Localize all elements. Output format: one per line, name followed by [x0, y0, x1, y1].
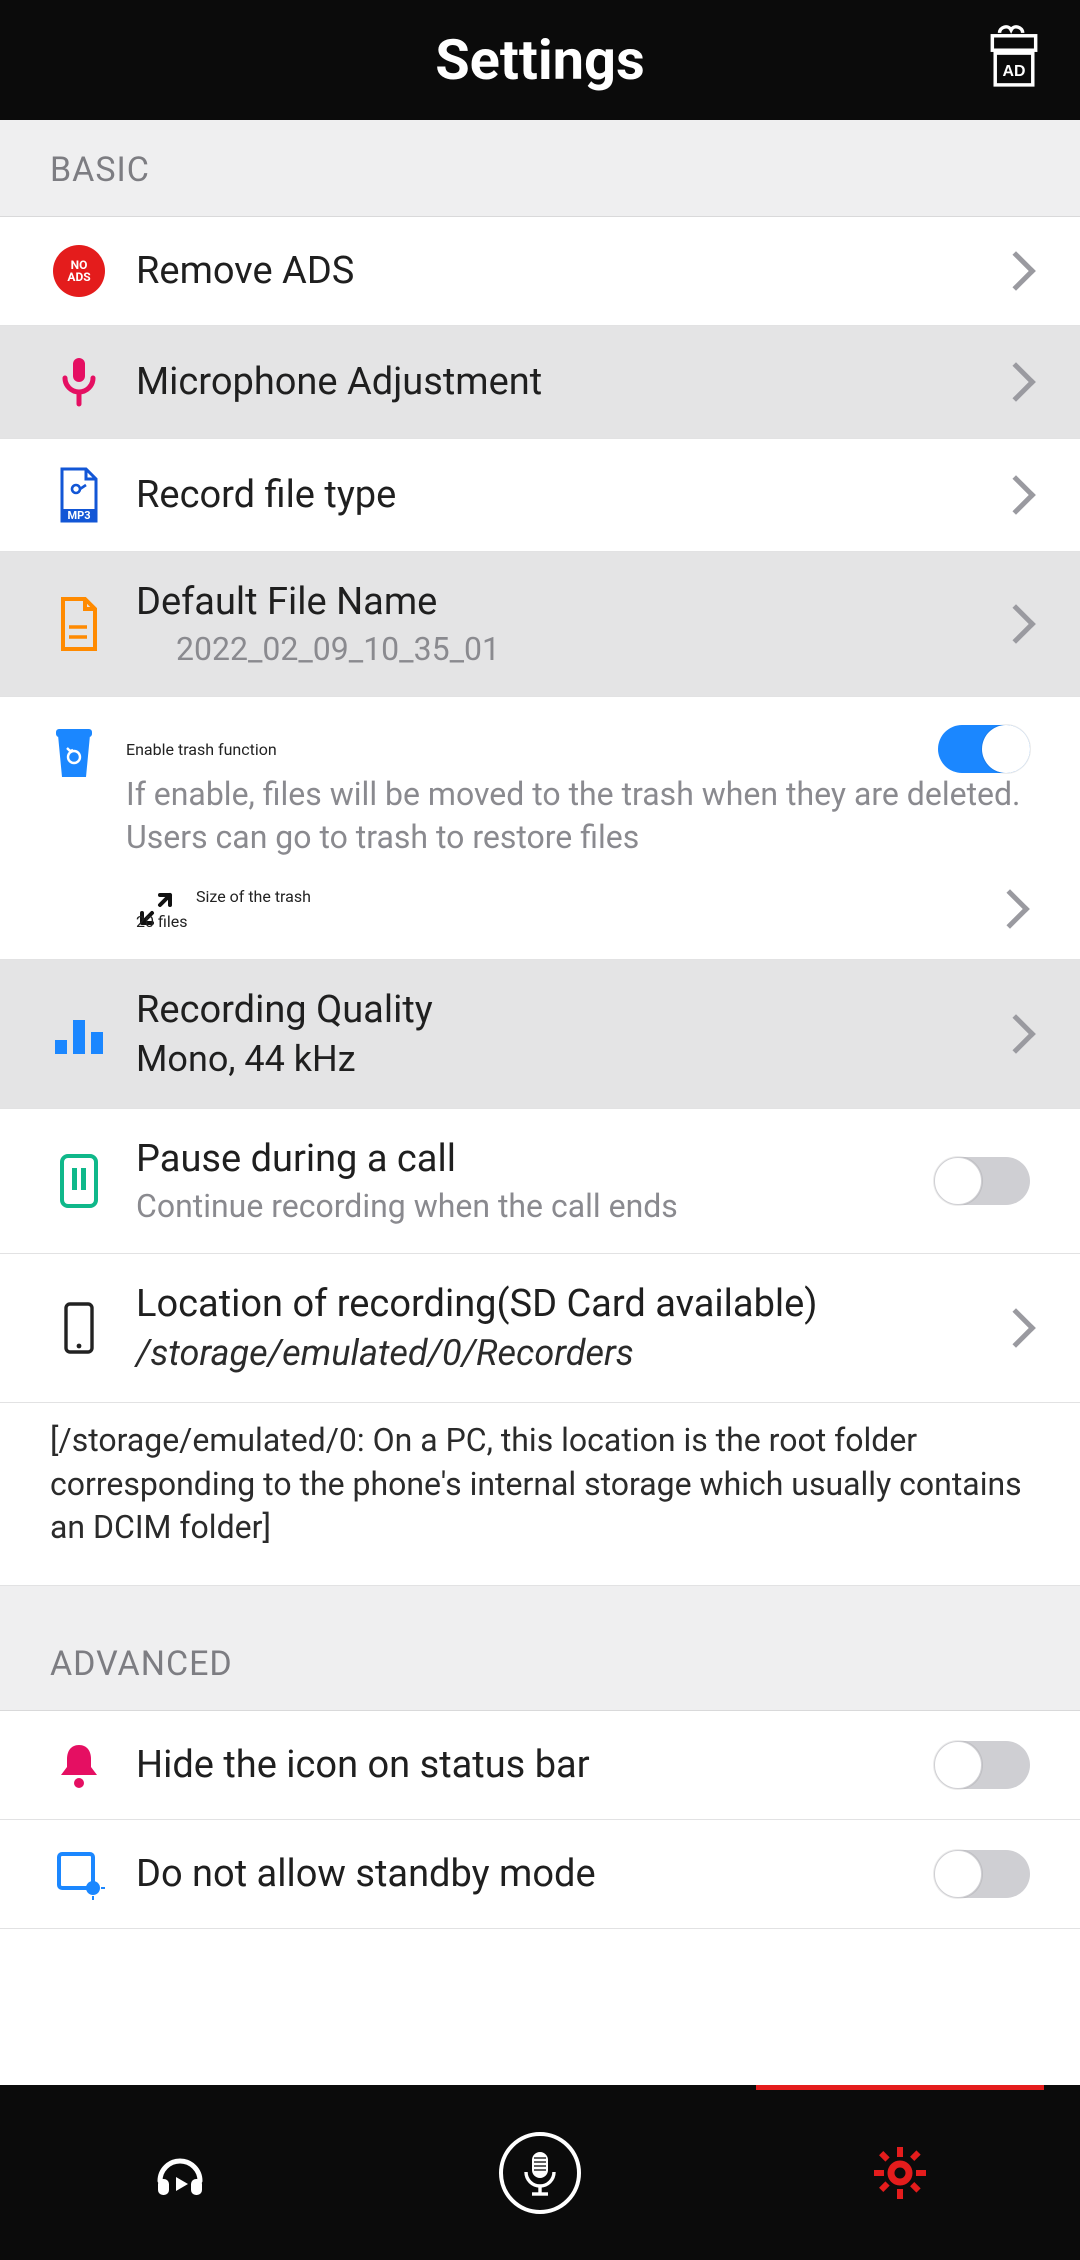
default-file-name-label: Default File Name	[136, 580, 974, 624]
phone-icon	[50, 1300, 108, 1356]
pause-call-description: Continue recording when the call ends	[136, 1187, 910, 1225]
chevron-right-icon	[996, 1309, 1036, 1349]
bell-icon	[50, 1739, 108, 1791]
gift-ad-icon[interactable]: AD	[988, 20, 1040, 92]
enable-trash-label: Enable trash function	[126, 740, 938, 759]
headphones-icon	[148, 2141, 212, 2205]
svg-text:AD: AD	[1003, 63, 1026, 80]
row-trash-size[interactable]: Size of the trash 20 files	[50, 887, 1030, 931]
page-title: Settings	[435, 27, 645, 93]
row-pause-during-call: Pause during a call Continue recording w…	[0, 1109, 1080, 1254]
phone-pause-icon	[50, 1152, 108, 1210]
chevron-right-icon	[996, 475, 1036, 515]
gear-icon	[872, 2145, 928, 2201]
row-recording-location[interactable]: Location of recording(SD Card available)…	[0, 1254, 1080, 1403]
nav-settings[interactable]	[720, 2085, 1080, 2260]
chevron-right-icon	[996, 362, 1036, 402]
recording-quality-value: Mono, 44 kHz	[136, 1038, 974, 1080]
row-remove-ads[interactable]: NOADS Remove ADS	[0, 217, 1080, 326]
trash-icon	[50, 725, 98, 781]
chevron-right-icon	[990, 890, 1030, 930]
app-header: Settings AD	[0, 0, 1080, 120]
recording-quality-label: Recording Quality	[136, 988, 974, 1032]
default-file-name-value: 2022_02_09_10_35_01	[136, 630, 974, 668]
mp3-file-icon: MP3	[50, 467, 108, 523]
hide-status-icon-toggle[interactable]	[938, 1741, 1030, 1789]
enable-trash-toggle[interactable]	[938, 725, 1030, 773]
microphone-icon	[50, 354, 108, 410]
remove-ads-label: Remove ADS	[136, 249, 974, 293]
record-file-type-label: Record file type	[136, 473, 974, 517]
row-enable-trash: Enable trash function If enable, files w…	[0, 697, 1080, 960]
trash-size-label: Size of the trash	[196, 887, 1030, 906]
row-no-standby: Do not allow standby mode	[0, 1820, 1080, 1929]
no-standby-label: Do not allow standby mode	[136, 1852, 910, 1896]
chevron-right-icon	[996, 1015, 1036, 1055]
no-ads-icon: NOADS	[50, 245, 108, 297]
chevron-right-icon	[996, 604, 1036, 644]
trash-size-value: 20 files	[136, 912, 1030, 931]
nav-playback[interactable]	[0, 2085, 360, 2260]
svg-text:ADS: ADS	[67, 270, 90, 284]
row-hide-status-icon: Hide the icon on status bar	[0, 1711, 1080, 1820]
enable-trash-description: If enable, files will be moved to the tr…	[126, 773, 1030, 859]
bottom-nav	[0, 2085, 1080, 2260]
hide-status-icon-label: Hide the icon on status bar	[136, 1743, 910, 1787]
svg-text:MP3: MP3	[67, 509, 90, 522]
row-mic-adjustment[interactable]: Microphone Adjustment	[0, 326, 1080, 439]
mic-adjustment-label: Microphone Adjustment	[136, 360, 974, 404]
file-icon	[50, 597, 108, 651]
location-note: [/storage/emulated/0: On a PC, this loca…	[0, 1403, 1080, 1586]
row-record-file-type[interactable]: MP3 Record file type	[0, 439, 1080, 552]
chevron-right-icon	[996, 251, 1036, 291]
record-mic-icon	[499, 2132, 581, 2214]
section-header-basic: BASIC	[0, 120, 1080, 217]
row-default-file-name[interactable]: Default File Name 2022_02_09_10_35_01	[0, 552, 1080, 697]
nav-record[interactable]	[360, 2085, 720, 2260]
pause-call-label: Pause during a call	[136, 1137, 910, 1181]
recording-location-label: Location of recording(SD Card available)	[136, 1282, 974, 1326]
recording-location-value: /storage/emulated/0/Recorders	[136, 1332, 974, 1374]
row-recording-quality[interactable]: Recording Quality Mono, 44 kHz	[0, 960, 1080, 1109]
no-standby-toggle[interactable]	[938, 1850, 1030, 1898]
pause-call-toggle[interactable]	[938, 1157, 1030, 1205]
section-header-advanced: ADVANCED	[0, 1586, 1080, 1711]
bars-icon	[50, 1010, 108, 1058]
screen-awake-icon	[50, 1848, 108, 1900]
